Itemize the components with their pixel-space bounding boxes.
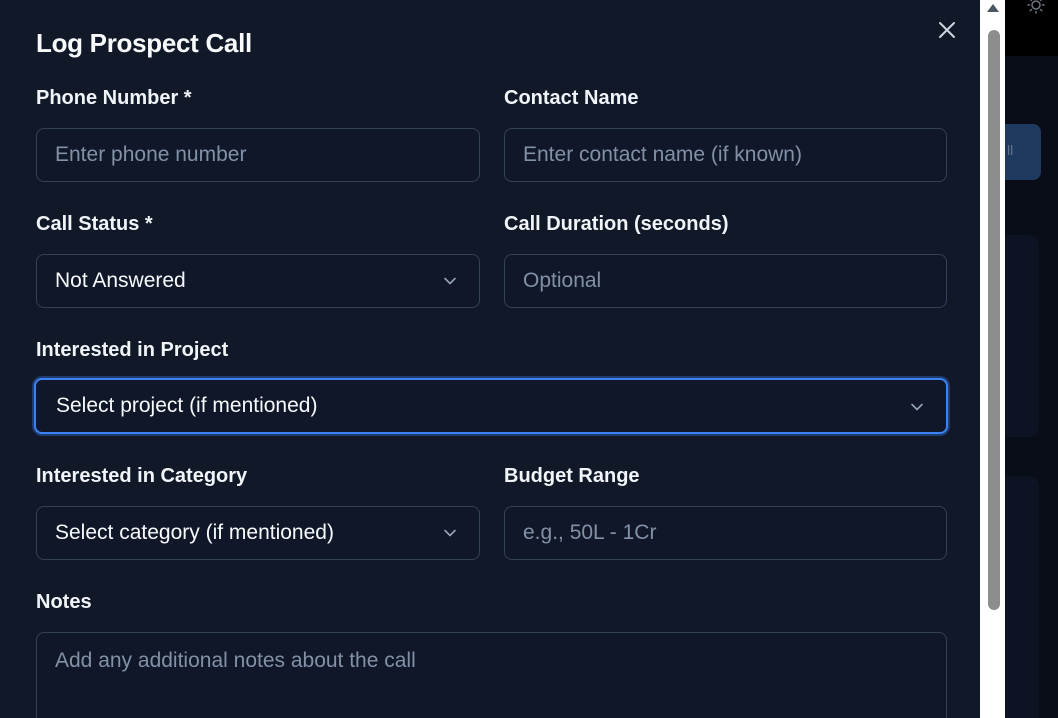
call-status-label: Call Status *	[36, 213, 153, 235]
project-label: Interested in Project	[36, 339, 229, 361]
project-placeholder: Select project (if mentioned)	[56, 394, 318, 417]
phone-number-field[interactable]	[36, 128, 480, 182]
budget-range-field[interactable]	[504, 506, 947, 560]
background-card	[1005, 235, 1039, 437]
budget-range-label: Budget Range	[504, 465, 640, 487]
budget-range-input[interactable]	[523, 521, 928, 545]
call-status-value: Not Answered	[55, 269, 186, 292]
chevron-down-icon	[444, 529, 456, 537]
category-select[interactable]: Select category (if mentioned)	[36, 506, 480, 560]
notes-textarea[interactable]: Add any additional notes about the call	[36, 632, 947, 718]
log-prospect-call-modal: Log Prospect Call Phone Number * Contact…	[0, 0, 980, 718]
chevron-down-icon	[444, 277, 456, 285]
call-duration-label: Call Duration (seconds)	[504, 213, 729, 235]
contact-name-input[interactable]	[523, 143, 928, 167]
sun-icon[interactable]	[1026, 0, 1046, 17]
contact-name-field[interactable]	[504, 128, 947, 182]
project-select[interactable]: Select project (if mentioned)	[34, 378, 948, 434]
scroll-up-arrow[interactable]	[987, 4, 999, 12]
notes-label: Notes	[36, 591, 92, 613]
call-duration-input[interactable]	[523, 269, 928, 293]
close-icon	[939, 22, 955, 38]
category-label: Interested in Category	[36, 465, 248, 487]
call-duration-field[interactable]	[504, 254, 947, 308]
close-button[interactable]	[935, 18, 959, 42]
phone-number-label: Phone Number *	[36, 87, 192, 109]
scrollbar-thumb[interactable]	[988, 30, 1000, 610]
background-card	[1005, 476, 1039, 718]
category-placeholder: Select category (if mentioned)	[55, 521, 334, 544]
phone-number-input[interactable]	[55, 143, 461, 167]
notes-placeholder: Add any additional notes about the call	[55, 649, 416, 672]
contact-name-label: Contact Name	[504, 87, 639, 109]
chevron-down-icon	[911, 403, 923, 411]
background-action-button: ll	[1005, 124, 1041, 180]
modal-title: Log Prospect Call	[36, 28, 252, 58]
call-status-select[interactable]: Not Answered	[36, 254, 480, 308]
